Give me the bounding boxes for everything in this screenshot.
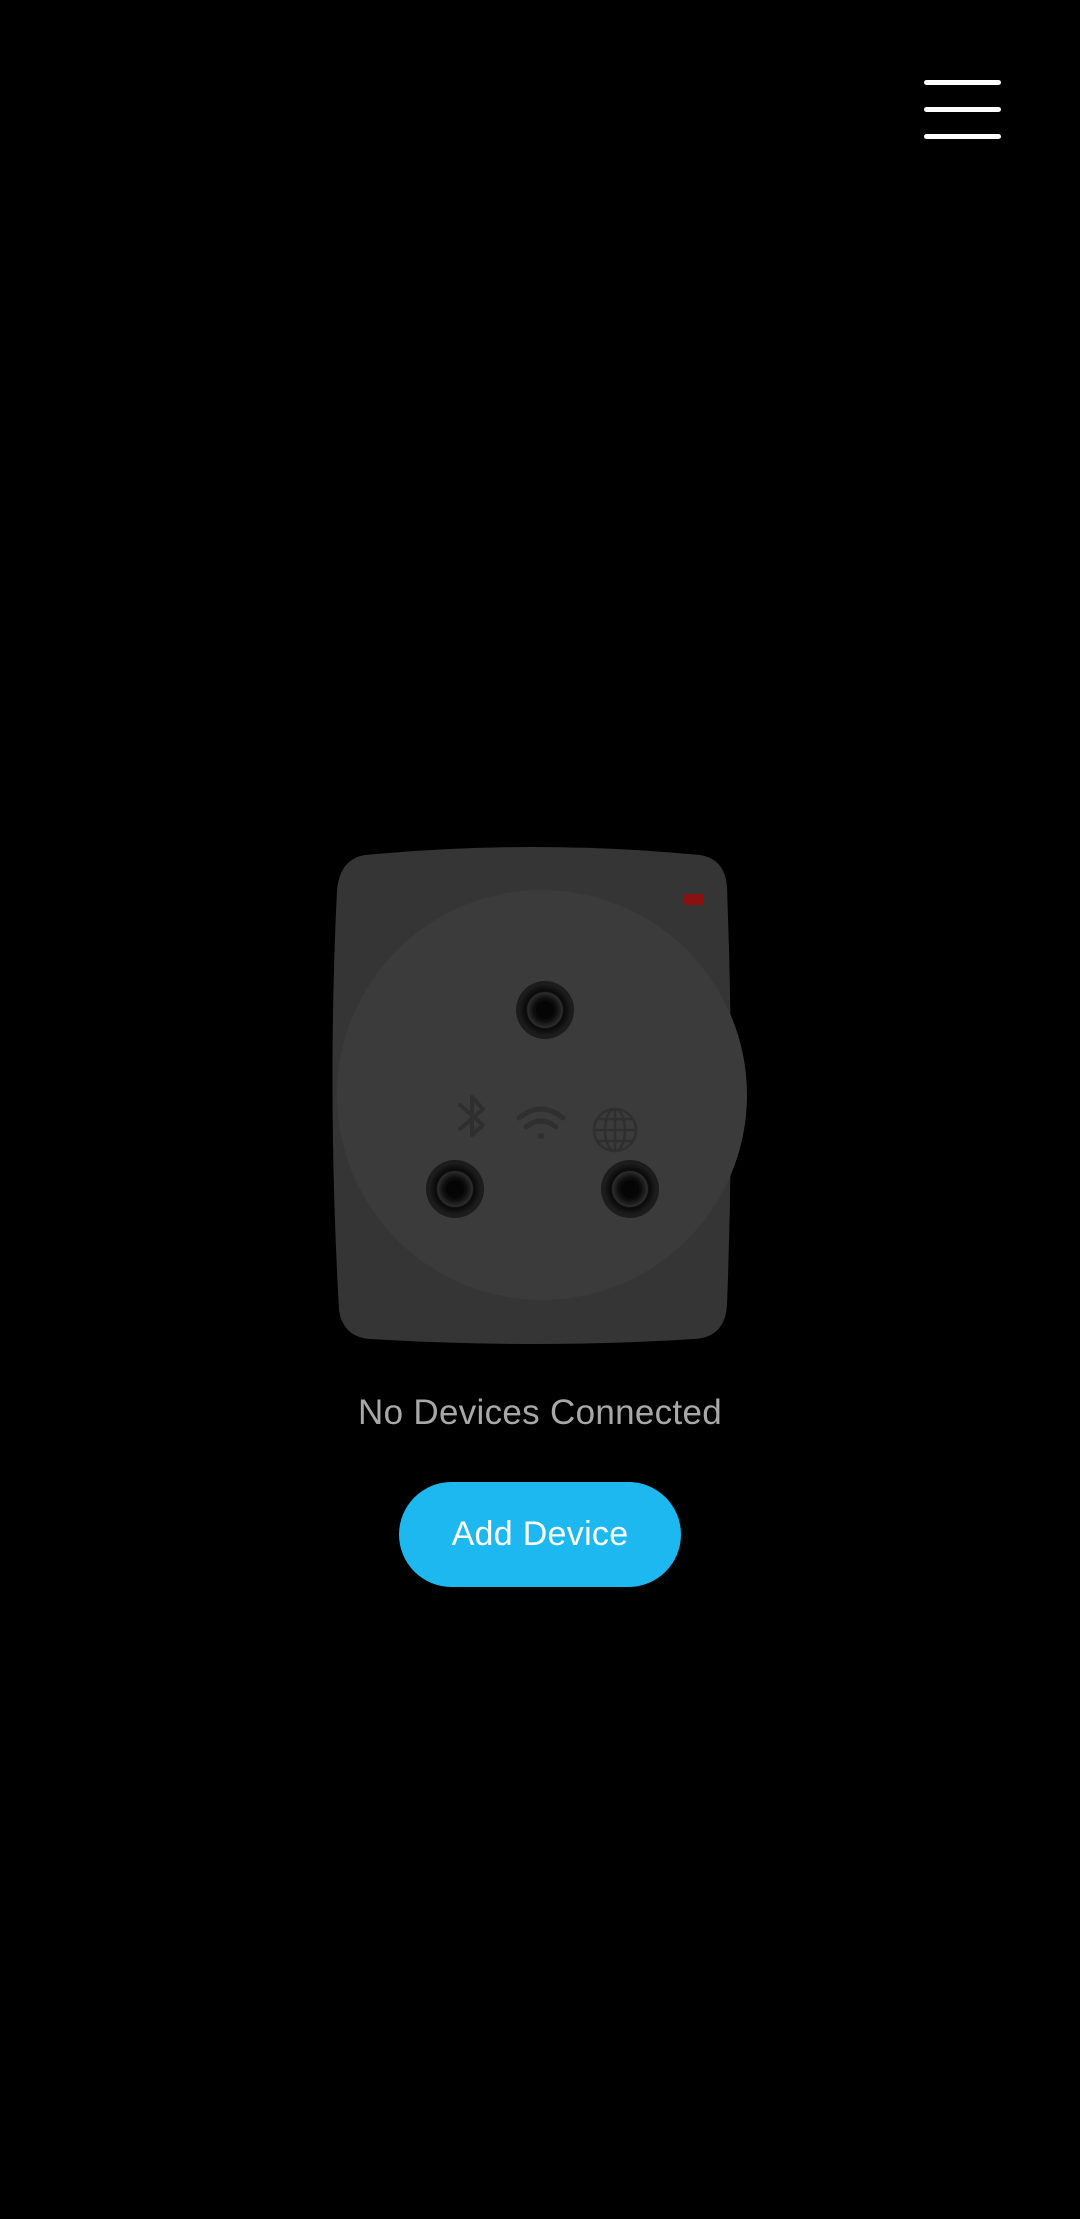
- globe-icon: [592, 1107, 638, 1153]
- socket-hole-right: [601, 1160, 659, 1218]
- led-indicator: [684, 894, 704, 905]
- socket-hole-left: [426, 1160, 484, 1218]
- smart-plug-illustration: [325, 845, 760, 1350]
- socket-hole-top: [516, 981, 574, 1039]
- plug-face: [337, 890, 747, 1300]
- menu-button[interactable]: [912, 70, 1012, 150]
- add-device-button[interactable]: Add Device: [399, 1482, 681, 1587]
- no-devices-status: No Devices Connected: [358, 1393, 722, 1432]
